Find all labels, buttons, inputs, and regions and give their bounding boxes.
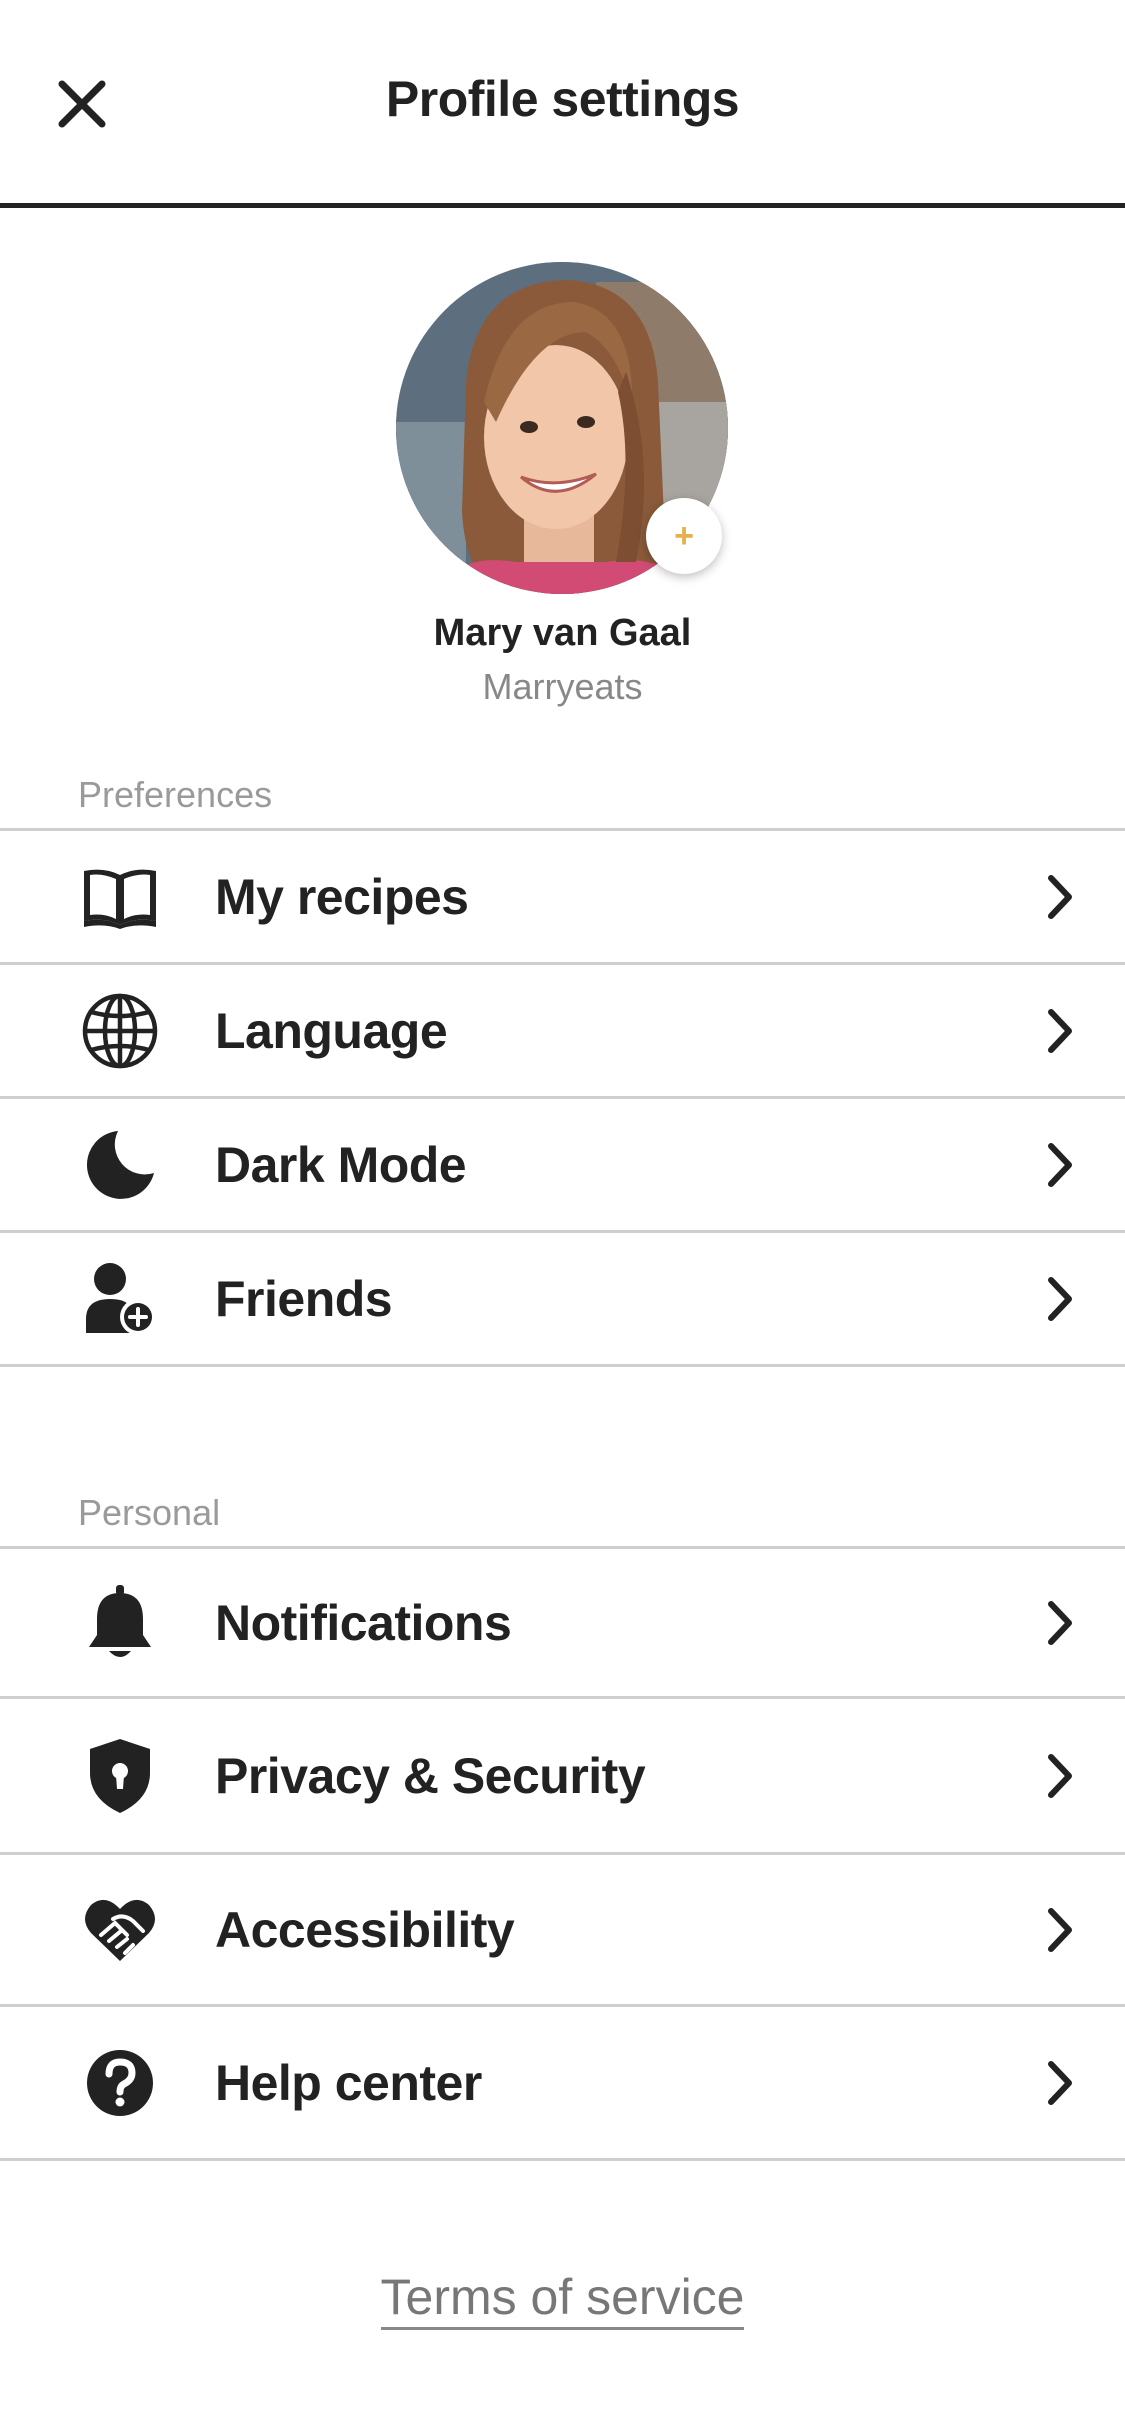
- add-photo-button[interactable]: +: [646, 498, 722, 574]
- book-open-icon: [72, 849, 168, 945]
- section-label-preferences: Preferences: [78, 774, 273, 815]
- chevron-right-icon: [1035, 1006, 1085, 1056]
- terms-container: Terms of service: [0, 2268, 1125, 2330]
- list-item-help-center[interactable]: Help center: [0, 2007, 1125, 2161]
- heart-handshake-icon: [72, 1882, 168, 1978]
- chevron-right-icon: [1035, 1905, 1085, 1955]
- list-item-accessibility[interactable]: Accessibility: [0, 1855, 1125, 2007]
- personal-list: Notifications Privacy & Security Accessi…: [0, 1546, 1125, 2161]
- list-item-label: Help center: [215, 2054, 482, 2111]
- list-item-label: Notifications: [215, 1594, 512, 1651]
- chevron-right-icon: [1035, 1598, 1085, 1648]
- list-item-notifications[interactable]: Notifications: [0, 1549, 1125, 1699]
- list-item-label: Language: [215, 1002, 448, 1059]
- header-bar: Profile settings: [0, 0, 1125, 208]
- list-item-my-recipes[interactable]: My recipes: [0, 831, 1125, 965]
- chevron-right-icon: [1035, 1140, 1085, 1190]
- chevron-right-icon: [1035, 1751, 1085, 1801]
- list-item-label: Accessibility: [215, 1901, 515, 1958]
- bell-icon: [72, 1575, 168, 1671]
- list-item-label: Privacy & Security: [215, 1747, 646, 1804]
- section-label-personal: Personal: [78, 1492, 221, 1533]
- plus-icon: +: [674, 517, 694, 555]
- list-item-dark-mode[interactable]: Dark Mode: [0, 1099, 1125, 1233]
- globe-icon: [72, 983, 168, 1079]
- terms-of-service-link[interactable]: Terms of service: [380, 2269, 745, 2330]
- chevron-right-icon: [1035, 2058, 1085, 2108]
- question-circle-icon: [72, 2035, 168, 2131]
- user-plus-icon: [72, 1251, 168, 1347]
- list-item-friends[interactable]: Friends: [0, 1233, 1125, 1367]
- preferences-list: My recipes Language Dark Mode Friends: [0, 828, 1125, 1367]
- list-item-label: Dark Mode: [215, 1136, 467, 1193]
- chevron-right-icon: [1035, 1274, 1085, 1324]
- avatar-container: +: [396, 262, 728, 594]
- list-item-label: My recipes: [215, 868, 469, 925]
- profile-settings-screen: Profile settings + Mary van Gaal Marryea…: [0, 0, 1125, 2436]
- profile-name: Mary van Gaal: [433, 612, 692, 654]
- list-item-label: Friends: [215, 1270, 393, 1327]
- profile-handle: Marryeats: [482, 666, 643, 707]
- list-item-privacy-security[interactable]: Privacy & Security: [0, 1699, 1125, 1855]
- moon-icon: [72, 1117, 168, 1213]
- shield-lock-icon: [72, 1728, 168, 1824]
- list-item-language[interactable]: Language: [0, 965, 1125, 1099]
- chevron-right-icon: [1035, 872, 1085, 922]
- page-title: Profile settings: [385, 71, 740, 127]
